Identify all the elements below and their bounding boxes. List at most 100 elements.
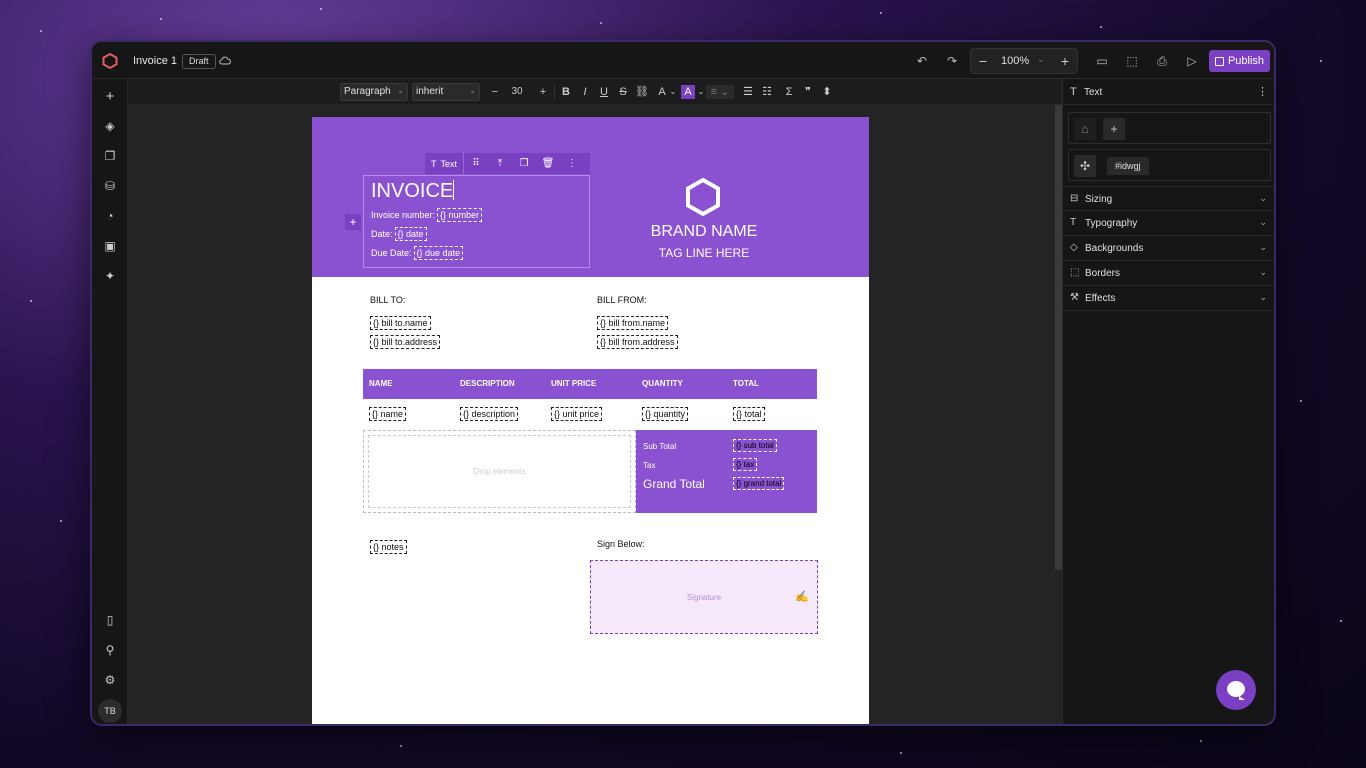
chevron-down-icon[interactable]: ⌄ <box>1037 54 1045 65</box>
bullet-list-icon[interactable]: ☷ <box>760 85 774 99</box>
invoice-number-placeholder[interactable]: {} number <box>437 208 483 222</box>
canvas-scrollbar[interactable] <box>1055 105 1062 570</box>
section-borders[interactable]: ⬚ Borders ⌄ <box>1063 261 1274 286</box>
table-cell[interactable]: {} unit price <box>551 407 603 421</box>
more-icon[interactable]: ⋮ <box>560 158 584 169</box>
duplicate-icon[interactable]: ❐ <box>512 158 536 169</box>
avatar[interactable]: TB <box>98 699 122 723</box>
app-logo-icon[interactable] <box>102 53 118 69</box>
invoice-info-block[interactable]: INVOICE Invoice number: {} number Date: … <box>363 175 590 268</box>
align-icon[interactable]: ≡ ⌄ <box>706 85 734 99</box>
brand-logo-icon[interactable] <box>685 177 721 217</box>
grand-total-label[interactable]: Grand Total <box>643 477 705 491</box>
font-size-increase-button[interactable]: + <box>536 85 550 99</box>
bold-icon[interactable]: B <box>559 85 573 99</box>
element-type-label[interactable]: T Text <box>425 153 465 174</box>
section-sizing[interactable]: ⊟ Sizing ⌄ <box>1063 186 1274 211</box>
block-type-select[interactable]: Paragraph ⌄ <box>340 83 408 101</box>
play-icon[interactable]: ▷ <box>1184 53 1200 69</box>
bill-to-address-placeholder[interactable]: {} bill to.address <box>370 335 441 349</box>
delete-icon[interactable]: 🗑 <box>536 158 560 169</box>
line-height-icon[interactable]: ⬍ <box>820 85 834 99</box>
signature-field[interactable]: Signature ✍ <box>590 560 818 634</box>
database-icon[interactable]: ⛁ <box>102 178 118 194</box>
section-label: Sizing <box>1085 194 1113 205</box>
bill-to-label[interactable]: BILL TO: <box>370 295 405 305</box>
table-cell[interactable]: {} quantity <box>642 407 689 421</box>
table-cell[interactable]: {} description <box>460 407 519 421</box>
bill-from-address-placeholder[interactable]: {} bill from.address <box>597 335 678 349</box>
table-cell[interactable]: {} name <box>369 407 407 421</box>
drag-handle-icon[interactable]: ⠿ <box>464 158 488 169</box>
text-type-icon: T <box>431 158 437 169</box>
undo-icon[interactable]: ↶ <box>914 53 930 69</box>
desktop-icon[interactable]: ▭ <box>1094 53 1110 69</box>
chevron-down-icon[interactable]: ⌄ <box>666 85 680 99</box>
due-date-placeholder[interactable]: {} due date <box>413 246 464 260</box>
redo-icon[interactable]: ↷ <box>944 53 960 69</box>
font-size-decrease-button[interactable]: − <box>488 85 502 99</box>
bill-from-label[interactable]: BILL FROM: <box>597 295 647 305</box>
zoom-in-button[interactable]: + <box>1057 53 1073 69</box>
sigma-icon[interactable]: Σ <box>782 85 796 99</box>
component-icon[interactable]: ✣ <box>1074 155 1096 177</box>
image-icon[interactable]: ▣ <box>102 238 118 254</box>
link-icon[interactable]: ⛓ <box>635 85 649 99</box>
settings-icon[interactable]: ⚙ <box>102 672 118 688</box>
brand-name[interactable]: BRAND NAME <box>632 223 776 241</box>
document-title[interactable]: Invoice 1 <box>133 55 177 67</box>
italic-icon[interactable]: I <box>578 85 592 99</box>
table-cell[interactable]: {} total <box>733 407 765 421</box>
more-icon[interactable]: ⋮ <box>1257 85 1268 98</box>
element-id[interactable]: #idwgj <box>1107 157 1149 175</box>
drop-zone[interactable]: Drop elements <box>363 430 636 513</box>
quote-icon[interactable]: ❞ <box>801 85 815 99</box>
invoice-header: T Text ⠿ ⤒ ❐ 🗑 ⋮ + INVOICE Invoice numbe… <box>312 117 869 277</box>
palette-icon[interactable]: ◔ <box>102 208 118 224</box>
sub-total-placeholder[interactable]: {} sub total <box>733 439 777 452</box>
tax-label[interactable]: Tax <box>643 461 655 470</box>
frame-icon[interactable]: ⬚ <box>1124 53 1140 69</box>
ai-sparkle-icon[interactable]: ✦ <box>102 268 118 284</box>
status-badge: Draft <box>182 54 216 69</box>
table-header-cell[interactable]: UNIT PRICE <box>551 379 596 388</box>
bill-from-name-placeholder[interactable]: {} bill from.name <box>597 316 669 330</box>
ordered-list-icon[interactable]: ☰ <box>741 85 755 99</box>
section-effects[interactable]: ⚒ Effects ⌄ <box>1063 286 1274 311</box>
table-header-cell[interactable]: QUANTITY <box>642 379 683 388</box>
zoom-out-button[interactable]: − <box>975 53 991 69</box>
layers-icon[interactable]: ◈ <box>102 118 118 134</box>
invoice-title[interactable]: INVOICE <box>371 180 455 203</box>
add-tag-button[interactable]: + <box>1103 118 1125 140</box>
tagline[interactable]: TAG LINE HERE <box>632 246 776 260</box>
font-size-input[interactable]: 30 <box>506 85 528 99</box>
date-placeholder[interactable]: {} date <box>394 227 427 241</box>
table-header-cell[interactable]: TOTAL <box>733 379 759 388</box>
plus-icon[interactable]: + <box>102 88 118 105</box>
table-header-cell[interactable]: NAME <box>369 379 393 388</box>
sign-below-label[interactable]: Sign Below: <box>597 539 645 549</box>
tag-icon[interactable]: ⌂ <box>1074 118 1096 140</box>
highlight-color-icon[interactable]: A <box>681 85 695 99</box>
invoice-number-line: Invoice number: {} number <box>371 208 483 222</box>
strikethrough-icon[interactable]: S <box>616 85 630 99</box>
book-icon[interactable]: ▯ <box>102 612 118 628</box>
underline-icon[interactable]: U <box>597 85 611 99</box>
table-header-cell[interactable]: DESCRIPTION <box>460 379 515 388</box>
font-family-select[interactable]: inherit ⌄ <box>412 83 480 101</box>
plugin-icon[interactable]: ⚲ <box>102 642 118 658</box>
print-icon[interactable]: ⎙ <box>1154 53 1170 69</box>
tax-placeholder[interactable]: {} tax <box>733 458 758 471</box>
publish-button[interactable]: Publish <box>1209 50 1270 72</box>
bill-to-name-placeholder[interactable]: {} bill to.name <box>370 316 431 330</box>
section-typography[interactable]: T Typography ⌄ <box>1063 211 1274 236</box>
sub-total-label[interactable]: Sub Total <box>643 442 676 451</box>
pages-icon[interactable]: ❐ <box>102 148 118 164</box>
add-element-button[interactable]: + <box>345 214 361 230</box>
chat-support-button[interactable] <box>1216 670 1256 710</box>
select-parent-icon[interactable]: ⤒ <box>488 158 512 169</box>
section-backgrounds[interactable]: ◇ Backgrounds ⌄ <box>1063 236 1274 261</box>
notes-placeholder[interactable]: {} notes <box>370 540 407 554</box>
grand-total-placeholder[interactable]: {} grand total <box>733 477 785 490</box>
zoom-value[interactable]: 100% <box>1001 55 1029 67</box>
